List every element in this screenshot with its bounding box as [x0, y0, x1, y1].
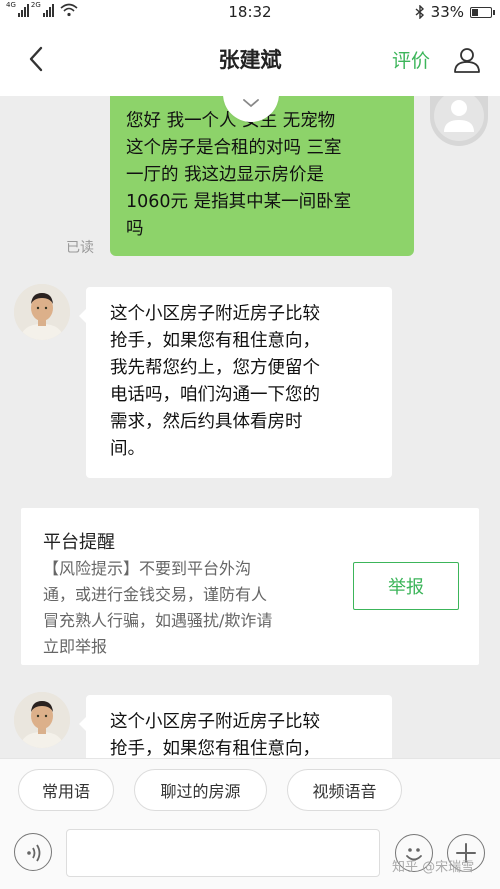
notice-text: 【风险提示】不要到平台外沟 通，或进行金钱交易，谨防有人 冒充熟人行骗，如遇骚扰… [43, 556, 343, 660]
message-line: 抢手，如果您有租住意向， [110, 739, 320, 758]
message-line: 这个小区房子附近房子比较 [110, 304, 320, 324]
voice-input-button[interactable] [14, 833, 52, 871]
message-line: 我先帮您约上，您方便留个 [110, 358, 320, 378]
message-list[interactable]: 您好 我一个人 女生 无宠物 这个房子是合租的对吗 三室 一厅的 我这边显示房价… [0, 96, 500, 758]
read-status: 已读 [66, 240, 94, 256]
message-line: 间。 [110, 439, 145, 459]
default-user-icon [434, 96, 484, 141]
my-message-bubble[interactable]: 您好 我一个人 女生 无宠物 这个房子是合租的对吗 三室 一厅的 我这边显示房价… [110, 96, 414, 256]
rate-button[interactable]: 评价 [392, 46, 430, 73]
quick-reply-chatted-listings[interactable]: 聊过的房源 [134, 769, 267, 811]
notice-line: 【风险提示】不要到平台外沟 [43, 559, 252, 578]
notice-line: 通，或进行金钱交易，谨防有人 [43, 585, 268, 604]
message-line: 电话吗，咱们沟通一下您的 [110, 385, 320, 405]
quick-reply-video-voice[interactable]: 视频语音 [287, 769, 402, 811]
message-line: 这个小区房子附近房子比较 [110, 712, 320, 732]
person-icon[interactable] [452, 45, 482, 75]
bluetooth-icon [415, 5, 424, 19]
notice-line: 立即举报 [43, 637, 108, 656]
my-avatar[interactable] [430, 96, 488, 146]
quick-reply-common-phrases[interactable]: 常用语 [18, 769, 114, 811]
message-line: 需求，然后约具体看房时 [110, 412, 303, 432]
notice-line: 冒充熟人行骗，如遇骚扰/欺诈请 [43, 611, 273, 630]
battery-percent: 33% [430, 3, 464, 21]
agent-message-bubble[interactable]: 这个小区房子附近房子比较 抢手，如果您有租住意向， 我先帮您约上，您方便留个 电… [79, 287, 392, 478]
chevron-down-icon [243, 99, 259, 108]
message-input[interactable] [66, 829, 380, 877]
input-bar: 知乎 @宋瑞雪 [0, 820, 500, 889]
notice-title: 平台提醒 [43, 532, 115, 553]
voice-icon [27, 844, 41, 862]
agent-avatar[interactable] [14, 284, 70, 340]
agent-photo [14, 284, 70, 340]
message-line: 一厅的 我这边显示房价是 [126, 165, 325, 185]
message-line: 吗 [126, 219, 144, 239]
agent-avatar[interactable] [14, 692, 70, 748]
report-button[interactable]: 举报 [353, 562, 459, 610]
message-line: 1060元 是指其中某一间卧室 [126, 192, 352, 212]
status-right: 33% [415, 3, 495, 21]
agent-message-bubble[interactable]: 这个小区房子附近房子比较 抢手，如果您有租住意向， [79, 695, 392, 758]
chat-header: 张建斌 评价 [0, 26, 500, 96]
watermark: 知乎 @宋瑞雪 [392, 860, 475, 875]
platform-notice-card: 平台提醒 【风险提示】不要到平台外沟 通，或进行金钱交易，谨防有人 冒充熟人行骗… [21, 508, 479, 665]
agent-photo [14, 692, 70, 748]
battery-icon [470, 6, 495, 18]
message-line: 抢手，如果您有租住意向， [110, 331, 320, 351]
status-bar: 4G 2G 18:32 33% [0, 0, 500, 26]
quick-reply-bar: 常用语 聊过的房源 视频语音 [0, 758, 500, 820]
message-line: 这个房子是合租的对吗 三室 [126, 138, 342, 158]
